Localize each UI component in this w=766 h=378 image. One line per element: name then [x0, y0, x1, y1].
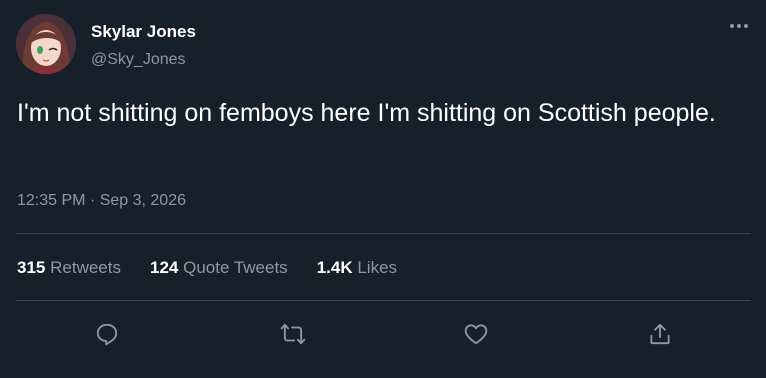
display-name[interactable]: Skylar Jones — [91, 22, 196, 42]
user-handle[interactable]: @Sky_Jones — [91, 51, 186, 69]
quote-tweets-stat[interactable]: 124 Quote Tweets — [150, 258, 288, 278]
like-icon — [464, 324, 488, 345]
divider — [16, 233, 751, 234]
likes-label: Likes — [357, 258, 398, 277]
likes-count: 1.4K — [316, 258, 353, 277]
avatar[interactable] — [16, 14, 76, 74]
reply-icon — [96, 323, 118, 346]
avatar-image — [16, 14, 76, 74]
like-button[interactable] — [458, 316, 494, 352]
more-options-button[interactable] — [727, 14, 751, 38]
retweet-button[interactable] — [275, 316, 311, 352]
retweets-label: Retweets — [50, 258, 121, 277]
reply-button[interactable] — [89, 316, 125, 352]
engagement-stats: 315 Retweets 124 Quote Tweets 1.4K Likes — [17, 258, 426, 278]
retweets-count: 315 — [17, 258, 46, 277]
divider — [16, 300, 751, 301]
ellipsis-icon — [730, 24, 748, 28]
share-icon — [650, 323, 670, 345]
tweet-timestamp[interactable]: 12:35 PM · Sep 3, 2026 — [17, 192, 186, 210]
tweet-text: I'm not shitting on femboys here I'm shi… — [17, 99, 716, 127]
likes-stat[interactable]: 1.4K Likes — [317, 258, 397, 278]
retweet-icon — [280, 323, 306, 345]
quote-tweets-count: 124 — [149, 258, 179, 277]
retweets-stat[interactable]: 315 Retweets — [17, 258, 121, 278]
tweet-actions — [0, 316, 766, 352]
share-button[interactable] — [642, 316, 678, 352]
quote-tweets-label: Quote Tweets — [183, 258, 288, 277]
